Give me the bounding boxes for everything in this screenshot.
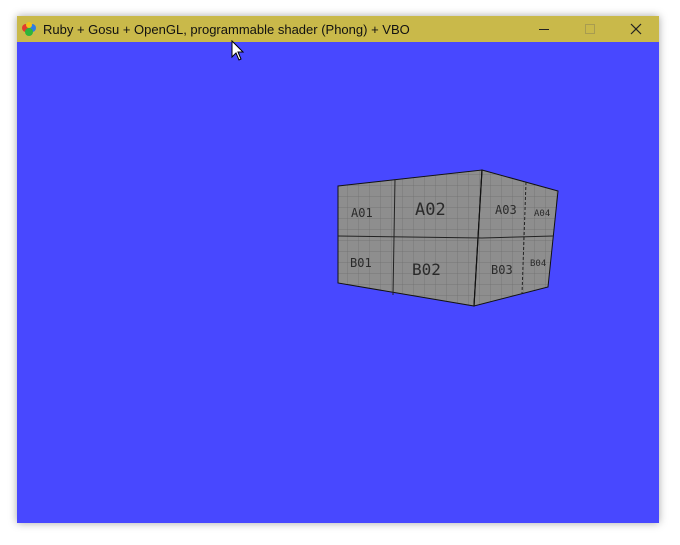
scene-canvas: A01 A02 A03 A04 B01 B02 B03 B04	[337, 169, 559, 307]
mouse-cursor-icon	[231, 40, 245, 61]
label-a01: A01	[351, 206, 373, 220]
label-b03: B03	[491, 263, 513, 277]
label-a03: A03	[495, 203, 517, 217]
label-a02: A02	[415, 200, 446, 220]
minimize-button[interactable]	[521, 16, 567, 42]
close-button[interactable]	[613, 16, 659, 42]
label-a04: A04	[534, 209, 550, 219]
textured-box: A01 A02 A03 A04 B01 B02 B03 B04	[337, 169, 559, 307]
app-icon	[22, 22, 36, 36]
window-title: Ruby + Gosu + OpenGL, programmable shade…	[43, 21, 410, 37]
title-bar[interactable]: Ruby + Gosu + OpenGL, programmable shade…	[17, 16, 659, 42]
maximize-button[interactable]	[567, 16, 613, 42]
label-b04: B04	[530, 259, 546, 269]
window-controls	[521, 16, 659, 42]
label-b02: B02	[412, 260, 441, 279]
gl-viewport[interactable]: A01 A02 A03 A04 B01 B02 B03 B04	[17, 42, 659, 523]
close-icon	[630, 23, 642, 35]
minimize-icon	[539, 29, 549, 30]
app-window: Ruby + Gosu + OpenGL, programmable shade…	[17, 16, 659, 523]
maximize-icon	[585, 24, 595, 34]
label-b01: B01	[350, 256, 372, 270]
